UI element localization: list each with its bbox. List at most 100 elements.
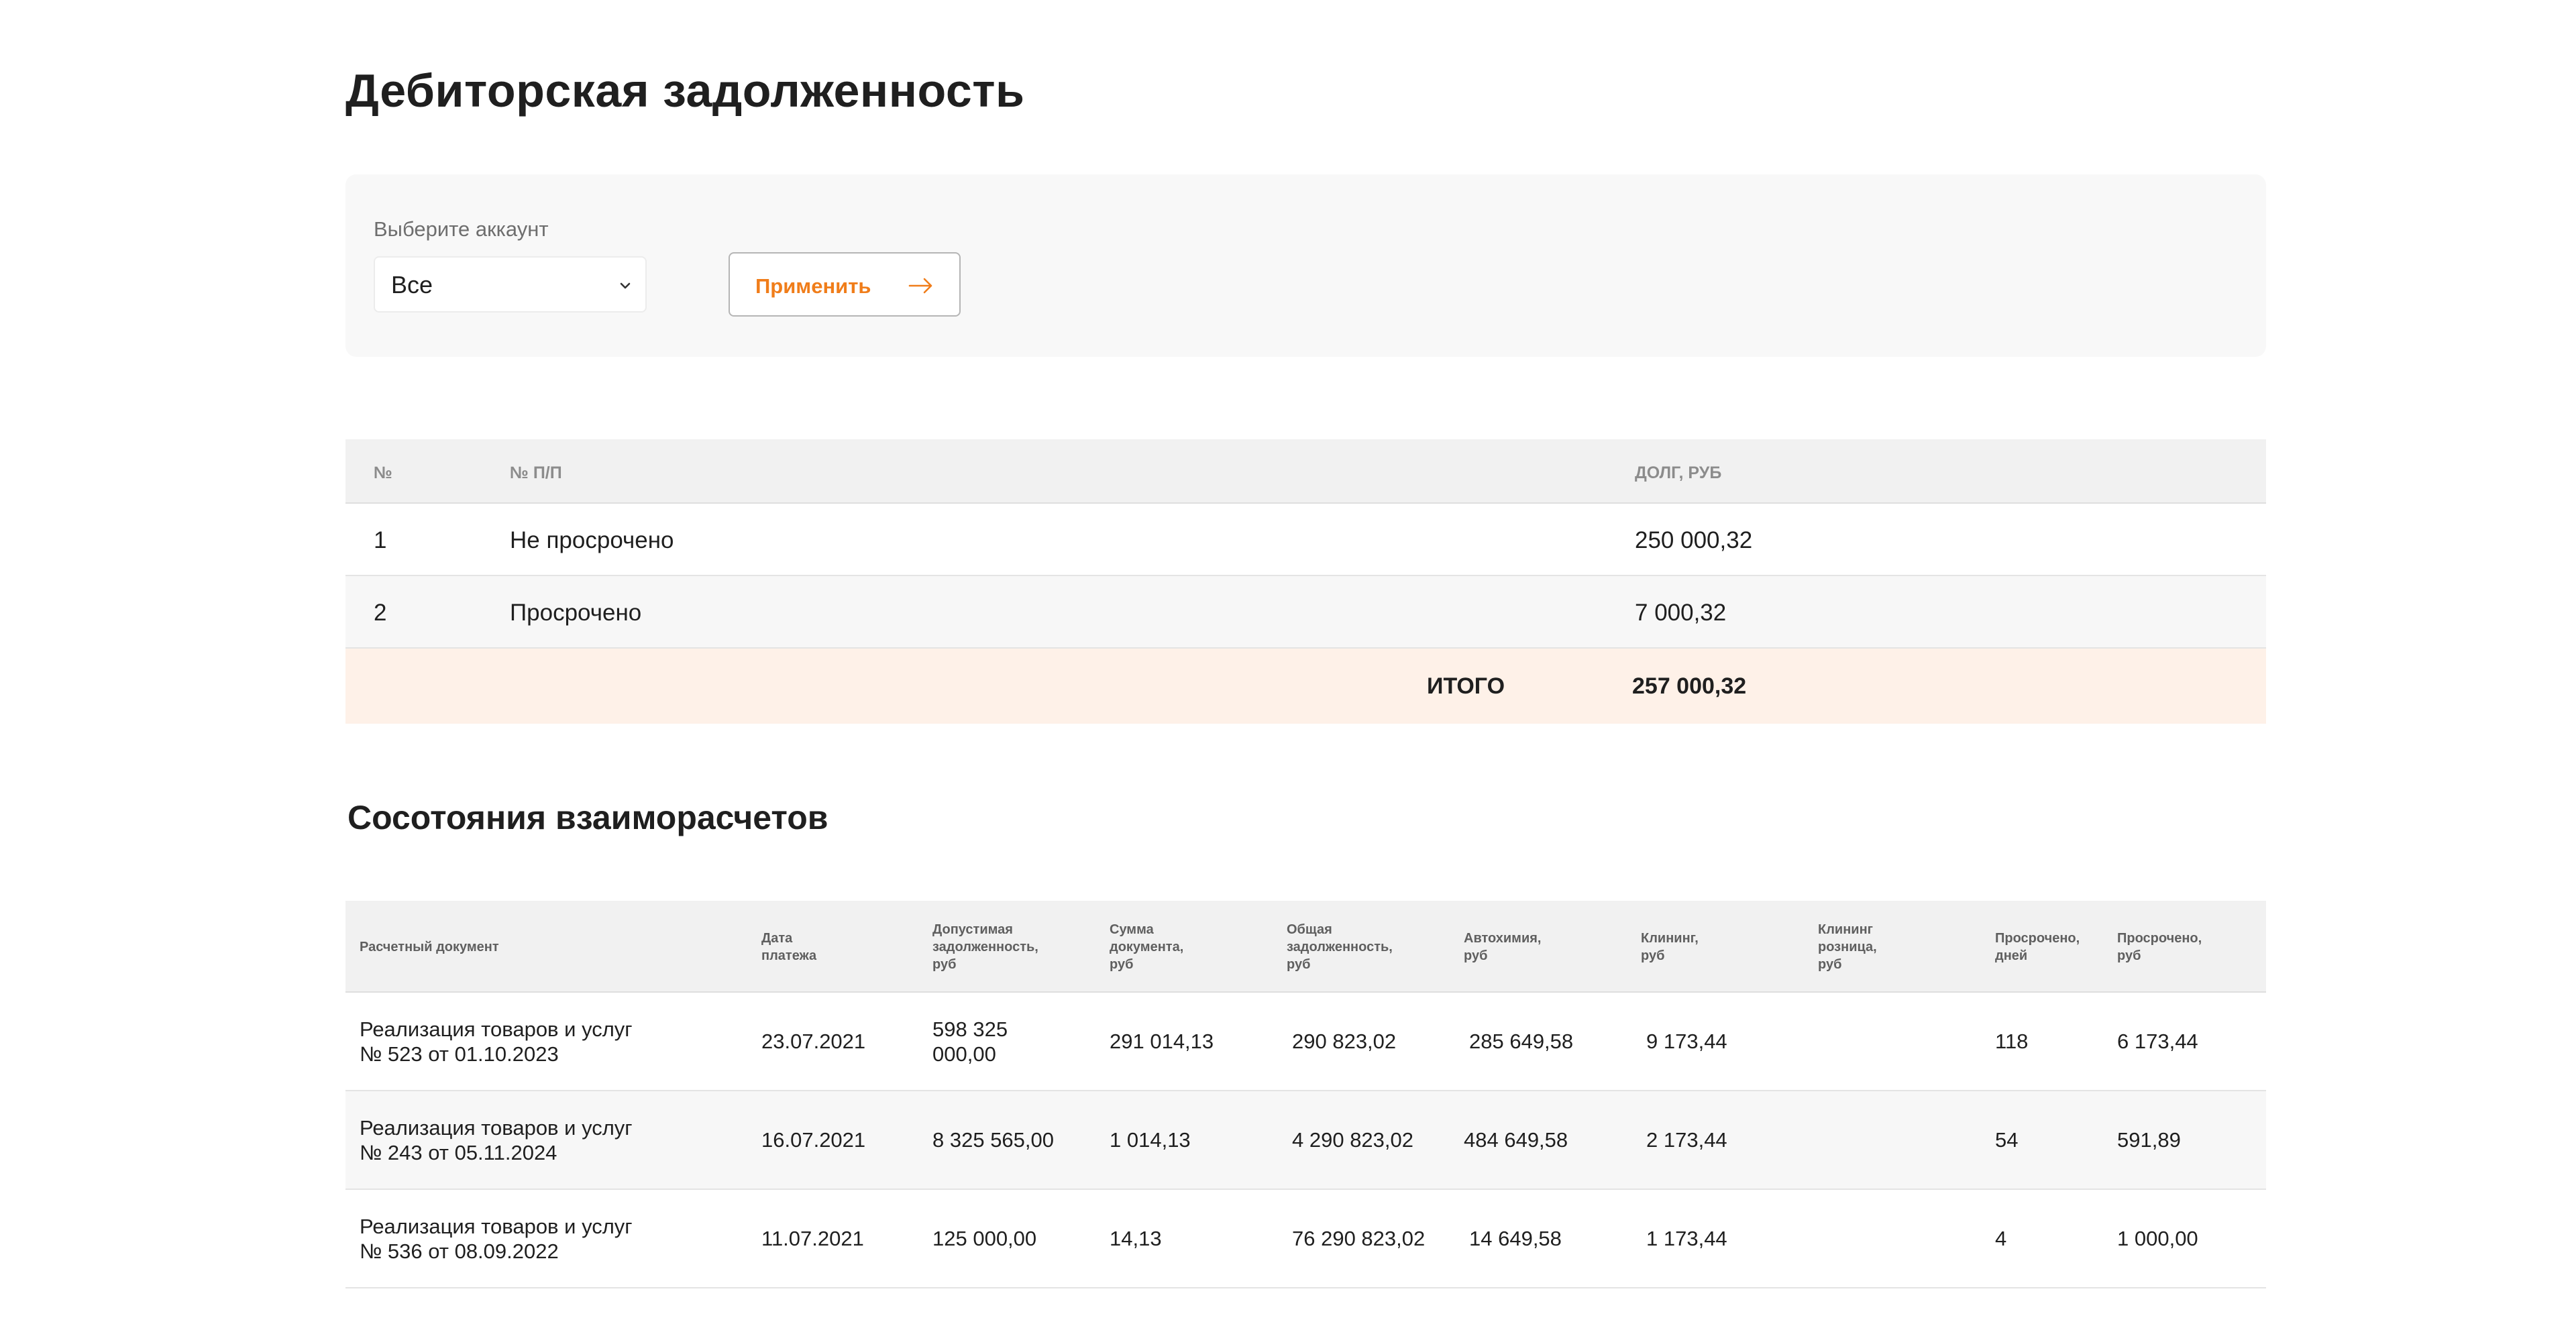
- cleaning-retail-cell: [1818, 1190, 1979, 1287]
- header-document-sum: Сумма документа, руб: [1110, 901, 1271, 993]
- text-line: задолженность,: [1287, 939, 1393, 954]
- payment-date-cell: 23.07.2021: [761, 1030, 866, 1053]
- settlements-header-row: Расчетный документ Дата платежа Допустима…: [345, 901, 2266, 993]
- text-line: № 536 от 08.09.2022: [360, 1239, 559, 1263]
- text-line: Дата: [761, 930, 793, 946]
- apply-button-label: Применить: [755, 274, 871, 298]
- text-line: Общая: [1287, 922, 1332, 937]
- text-line: Расчетный документ: [360, 939, 499, 954]
- allowed-debt-cell: 598 325 000,00: [932, 993, 1073, 1090]
- autochemistry-cell: 285 649,58: [1469, 1030, 1574, 1053]
- header-cleaning: Клининг, руб: [1641, 901, 1802, 993]
- overdue-rub-cell: 6 173,44: [2117, 1030, 2198, 1053]
- text-line: Реализация товаров и услуг: [360, 1017, 633, 1041]
- overdue-rub-cell: 591,89: [2117, 1128, 2181, 1152]
- table-row: Реализация товаров и услуг № 523 от 01.10…: [345, 993, 2266, 1091]
- text-line: Автохимия,: [1464, 930, 1542, 946]
- cleaning-retail-cell: [1818, 993, 1979, 1090]
- header-allowed-debt: Допустимая задолженность, руб: [932, 901, 1073, 993]
- summary-row-name: Просрочено: [510, 600, 642, 626]
- summary-row-number: 2: [374, 600, 387, 626]
- text-line: руб: [1641, 948, 1665, 963]
- payment-date-cell: 11.07.2021: [761, 1227, 864, 1250]
- summary-total-row: ИТОГО 257 000,32: [345, 649, 2266, 724]
- text-line: Просрочено,: [2117, 930, 2202, 946]
- document-cell[interactable]: Реализация товаров и услуг № 536 от 08.09…: [360, 1190, 735, 1287]
- text-line: Допустимая: [932, 922, 1013, 937]
- overdue-days-cell: 118: [1995, 1030, 2029, 1053]
- account-select[interactable]: Все: [374, 256, 647, 313]
- text-line: Реализация товаров и услуг: [360, 1115, 633, 1140]
- text-line: руб: [1287, 956, 1311, 972]
- document-sum-cell: 291 014,13: [1110, 1030, 1214, 1053]
- apply-button[interactable]: Применить: [729, 252, 961, 317]
- autochemistry-cell: 484 649,58: [1464, 1128, 1568, 1152]
- document-cell[interactable]: Реализация товаров и услуг № 523 от 01.10…: [360, 993, 735, 1090]
- text-line: руб: [1110, 956, 1134, 972]
- summary-total-value: 257 000,32: [1632, 673, 1747, 699]
- document-sum-cell: 1 014,13: [1110, 1128, 1191, 1152]
- text-line: 125 000,00: [932, 1227, 1037, 1250]
- page-title: Дебиторская задолженность: [345, 64, 1025, 117]
- text-line: Клининг: [1818, 922, 1873, 937]
- header-settlement-document: Расчетный документ: [360, 901, 735, 993]
- summary-header-debt: ДОЛГ, РУБ: [1635, 463, 1722, 482]
- summary-header-number: №: [374, 463, 392, 482]
- text-line: Сумма: [1110, 922, 1154, 937]
- header-overdue-rub: Просрочено, руб: [2117, 901, 2258, 993]
- text-line: 598 325: [932, 1017, 1008, 1041]
- text-line: руб: [2117, 948, 2141, 963]
- cleaning-cell: 9 173,44: [1646, 1030, 1727, 1053]
- arrow-right-icon: [908, 278, 932, 294]
- header-overdue-days: Просрочено, дней: [1995, 901, 2109, 993]
- overdue-rub-cell: 1 000,00: [2117, 1227, 2198, 1250]
- account-filter-label: Выберите аккаунт: [374, 217, 549, 241]
- summary-row-debt: 7 000,32: [1635, 600, 1727, 626]
- cleaning-cell: 2 173,44: [1646, 1128, 1727, 1152]
- text-line: документа,: [1110, 939, 1184, 954]
- text-line: № 523 от 01.10.2023: [360, 1042, 559, 1066]
- cleaning-retail-cell: [1818, 1091, 1979, 1189]
- total-debt-cell: 76 290 823,02: [1292, 1227, 1426, 1250]
- summary-header-item: № П/П: [510, 463, 562, 482]
- chevron-down-icon: [620, 282, 631, 289]
- allowed-debt-cell: 8 325 565,00: [932, 1091, 1073, 1189]
- text-line: Просрочено,: [1995, 930, 2080, 946]
- autochemistry-cell: 14 649,58: [1469, 1227, 1562, 1250]
- table-row: Реализация товаров и услуг № 536 от 08.09…: [345, 1190, 2266, 1288]
- summary-header-row: № № П/П ДОЛГ, РУБ: [345, 439, 2266, 504]
- document-sum-cell: 14,13: [1110, 1227, 1162, 1250]
- text-line: 8 325 565,00: [932, 1128, 1055, 1152]
- document-cell[interactable]: Реализация товаров и услуг № 243 от 05.11…: [360, 1091, 735, 1189]
- filter-panel: Выберите аккаунт Все Применить: [345, 174, 2266, 357]
- header-total-debt: Общая задолженность, руб: [1287, 901, 1448, 993]
- cleaning-cell: 1 173,44: [1646, 1227, 1727, 1250]
- overdue-days-cell: 54: [1995, 1128, 2019, 1152]
- text-line: розница,: [1818, 939, 1877, 954]
- account-select-value: Все: [391, 271, 433, 298]
- settlements-title: Сосотояния взаиморасчетов: [347, 799, 828, 836]
- summary-row: 2 Просрочено 7 000,32: [345, 576, 2266, 649]
- table-row: Реализация товаров и услуг № 243 от 05.11…: [345, 1091, 2266, 1190]
- total-debt-cell: 4 290 823,02: [1292, 1128, 1414, 1152]
- summary-total-label: ИТОГО: [1427, 673, 1505, 699]
- text-line: 000,00: [932, 1042, 996, 1066]
- header-cleaning-retail: Клининг розница, руб: [1818, 901, 1979, 993]
- summary-row-number: 1: [374, 527, 387, 553]
- header-payment-date: Дата платежа: [761, 901, 922, 993]
- text-line: Клининг,: [1641, 930, 1699, 946]
- text-line: Реализация товаров и услуг: [360, 1214, 633, 1238]
- allowed-debt-cell: 125 000,00: [932, 1190, 1073, 1287]
- page: Дебиторская задолженность Выберите аккау…: [0, 0, 2576, 1324]
- header-autochemistry: Автохимия, руб: [1464, 901, 1625, 993]
- payment-date-cell: 16.07.2021: [761, 1128, 866, 1152]
- text-line: руб: [1464, 948, 1488, 963]
- summary-row-name: Не просрочено: [510, 527, 674, 553]
- summary-row: 1 Не просрочено 250 000,32: [345, 504, 2266, 576]
- text-line: задолженность,: [932, 939, 1038, 954]
- text-line: дней: [1995, 948, 2028, 963]
- summary-row-debt: 250 000,32: [1635, 527, 1753, 553]
- text-line: руб: [932, 956, 957, 972]
- total-debt-cell: 290 823,02: [1292, 1030, 1397, 1053]
- overdue-days-cell: 4: [1995, 1227, 2007, 1250]
